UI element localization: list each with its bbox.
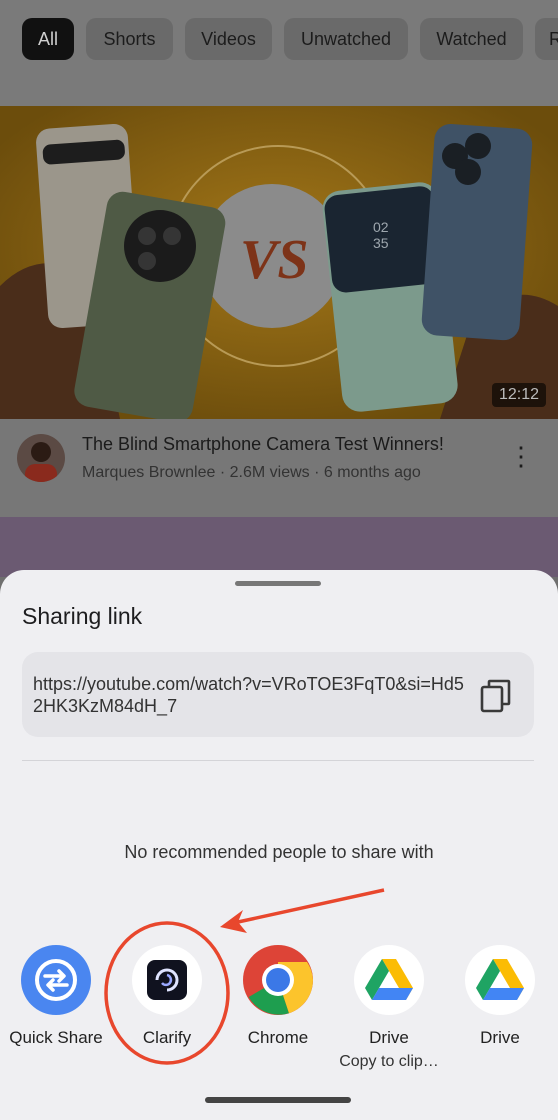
avatar-person-icon xyxy=(25,442,57,482)
link-preview-box: https://youtube.com/watch?v=VRoTOE3FqT0&… xyxy=(22,652,534,737)
drive-icon xyxy=(354,945,424,1015)
app-label: Drive xyxy=(480,1028,520,1047)
video-meta: Marques Brownlee · 2.6M views · 6 months… xyxy=(82,464,421,481)
filter-chip-partial[interactable]: R xyxy=(535,18,558,60)
channel-avatar[interactable] xyxy=(17,434,65,482)
share-target-drive[interactable]: Drive xyxy=(448,945,552,1048)
sheet-title: Sharing link xyxy=(22,603,143,629)
video-info-row[interactable]: The Blind Smartphone Camera Test Winners… xyxy=(0,419,558,517)
filter-chip-bar: All Shorts Videos Unwatched Watched R xyxy=(0,0,558,106)
drag-handle[interactable] xyxy=(235,581,321,586)
share-target-chrome[interactable]: Chrome xyxy=(226,945,330,1048)
next-video-thumbnail xyxy=(0,517,558,577)
app-label: Quick Share xyxy=(9,1028,103,1047)
section-divider xyxy=(22,760,534,761)
clarify-icon xyxy=(132,945,202,1015)
app-label: Drive xyxy=(369,1028,409,1047)
share-sheet: Sharing link https://youtube.com/watch?v… xyxy=(0,570,558,1120)
filter-chip-watched[interactable]: Watched xyxy=(420,18,523,60)
thumbnail-artwork: 02 35 VS xyxy=(0,106,558,419)
quick-share-icon xyxy=(21,945,91,1015)
filter-chip-shorts[interactable]: Shorts xyxy=(86,18,173,60)
app-label: Clarify xyxy=(142,1028,192,1047)
video-title[interactable]: The Blind Smartphone Camera Test Winners… xyxy=(82,434,502,455)
chrome-icon xyxy=(243,945,313,1015)
share-target-drive-copy[interactable]: Drive Copy to clip… xyxy=(337,945,441,1071)
drive-icon xyxy=(465,945,535,1015)
app-sublabel: Copy to clip… xyxy=(339,1053,439,1070)
share-link-text: https://youtube.com/watch?v=VRoTOE3FqT0&… xyxy=(33,674,464,716)
filter-chip-unwatched[interactable]: Unwatched xyxy=(284,18,408,60)
no-recommended-text: No recommended people to share with xyxy=(124,842,434,862)
copy-icon[interactable] xyxy=(480,679,512,713)
app-label: Chrome xyxy=(247,1028,309,1047)
filter-chip-all[interactable]: All xyxy=(22,18,74,60)
filter-chip-videos[interactable]: Videos xyxy=(185,18,272,60)
share-target-quick-share[interactable]: Quick Share xyxy=(4,945,108,1048)
video-thumbnail[interactable]: 02 35 VS 12:12 xyxy=(0,106,558,419)
more-options-icon[interactable]: ⋮ xyxy=(508,441,534,471)
phone-time-top: 02 xyxy=(373,219,389,235)
vs-logo-text: VS xyxy=(240,229,309,291)
phone-time-bottom: 35 xyxy=(373,235,389,251)
duration-badge: 12:12 xyxy=(491,383,546,407)
share-target-clarify[interactable]: Clarify xyxy=(115,945,219,1048)
gesture-nav-bar[interactable] xyxy=(205,1097,351,1103)
